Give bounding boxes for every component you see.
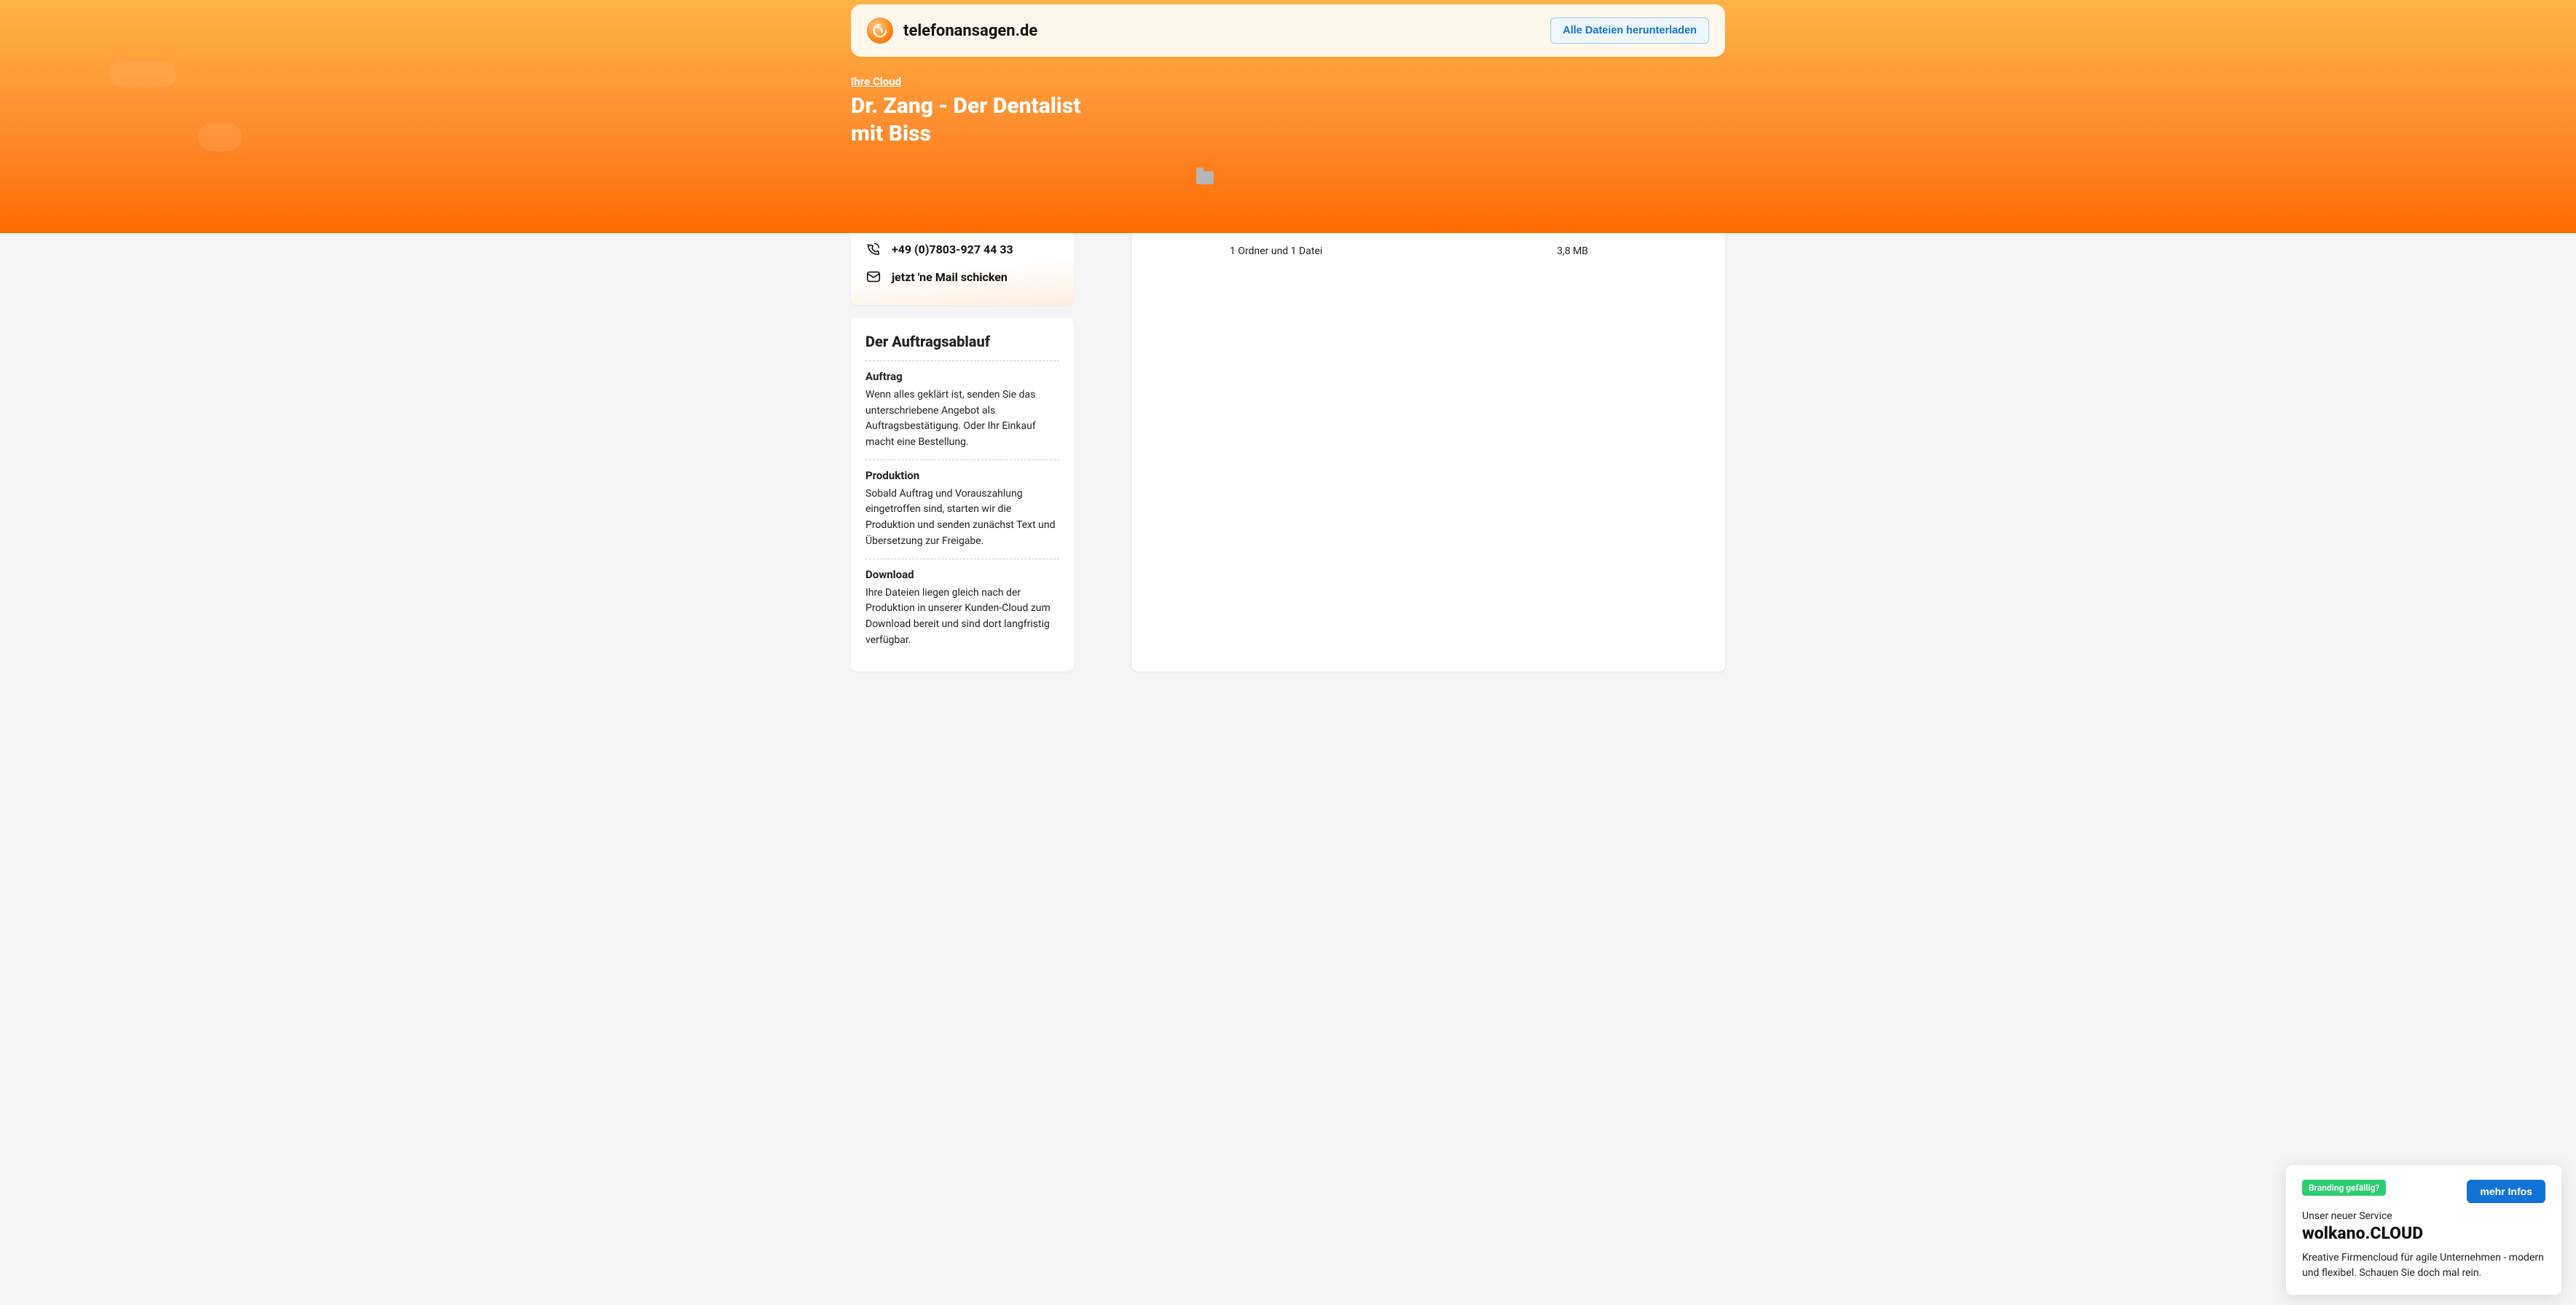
mail-label: jetzt 'ne Mail schicken [892, 270, 1008, 284]
phone-icon [865, 241, 881, 257]
summary-text: 1 Ordner und 1 Datei [1225, 232, 1442, 266]
workflow-step-heading: Download [865, 568, 1059, 581]
promo-tag: Branding gefällig? [2302, 1180, 2386, 1196]
promo-title: wolkano.CLOUD [2302, 1223, 2545, 1243]
hero-heading: Ihre Cloud Dr. Zang - Der Dentalist mit … [851, 57, 1725, 166]
workflow-step-heading: Auftrag [865, 370, 1059, 383]
workflow-step-heading: Produktion [865, 469, 1059, 482]
workflow-step: Produktion Sobald Auftrag und Vorauszahl… [865, 460, 1059, 559]
topbar: telefonansagen.de Alle Dateien herunterl… [851, 4, 1725, 57]
workflow-card: Der Auftragsablauf Auftrag Wenn alles ge… [851, 318, 1074, 671]
mail-icon [865, 269, 881, 285]
brand-logo-icon [867, 17, 893, 44]
promo-card: Branding gefällig? mehr Infos Unser neue… [2286, 1165, 2561, 1295]
phone-link[interactable]: +49 (0)7803-927 44 33 [865, 235, 1059, 263]
page-title: Dr. Zang - Der Dentalist mit Biss [851, 92, 1084, 147]
workflow-step: Auftrag Wenn alles geklärt ist, senden S… [865, 360, 1059, 460]
brand-name: telefonansagen.de [903, 22, 1037, 40]
workflow-step: Download Ihre Dateien liegen gleich nach… [865, 559, 1059, 658]
summary-size: 3,8 MB [1520, 232, 1593, 266]
workflow-step-body: Ihre Dateien liegen gleich nach der Prod… [865, 586, 1059, 649]
download-all-button[interactable]: Alle Dateien herunterladen [1550, 17, 1709, 44]
workflow-step-body: Wenn alles geklärt ist, senden Sie das u… [865, 387, 1059, 451]
summary-row: 1 Ordner und 1 Datei 3,8 MB [1163, 232, 1695, 266]
more-info-button[interactable]: mehr Infos [2467, 1180, 2545, 1203]
workflow-title: Der Auftragsablauf [865, 333, 1059, 350]
phone-number: +49 (0)7803-927 44 33 [892, 243, 1013, 256]
workflow-step-body: Sobald Auftrag und Vorauszahlung eingetr… [865, 486, 1059, 550]
mail-link[interactable]: jetzt 'ne Mail schicken [865, 263, 1059, 291]
promo-description: Kreative Firmencloud für agile Unternehm… [2302, 1250, 2545, 1280]
brand: telefonansagen.de [867, 17, 1037, 44]
breadcrumb-link[interactable]: Ihre Cloud [851, 75, 901, 88]
promo-subtitle: Unser neuer Service [2302, 1210, 2545, 1222]
